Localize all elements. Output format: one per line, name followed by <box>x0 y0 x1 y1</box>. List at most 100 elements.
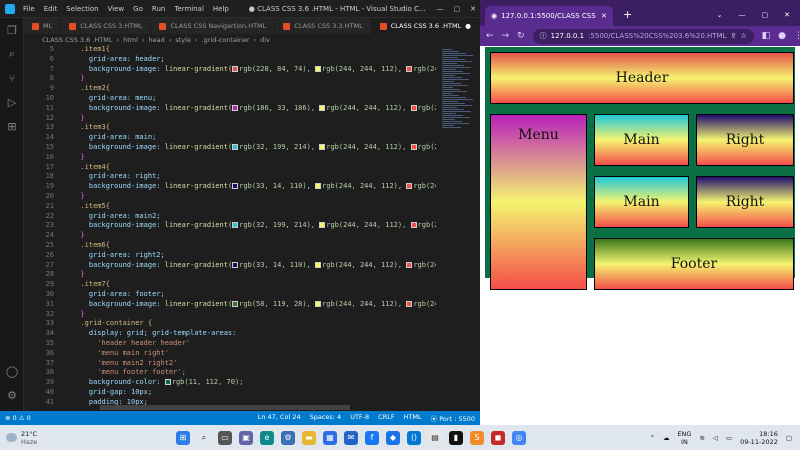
code-line[interactable]: 'menu main right' <box>72 349 169 357</box>
code-line[interactable]: background-image: linear-gradient(rgb(58… <box>72 300 436 308</box>
new-tab-icon[interactable]: + <box>623 8 632 21</box>
breadcrumb-item[interactable]: .grid-container <box>202 36 250 44</box>
maximize-icon[interactable]: ▢ <box>454 5 461 13</box>
forward-icon[interactable]: → <box>502 31 510 41</box>
breadcrumb-item[interactable]: div <box>260 36 270 44</box>
color-swatch[interactable] <box>410 104 417 111</box>
facebook-icon[interactable]: f <box>365 430 379 445</box>
color-swatch[interactable] <box>232 300 239 307</box>
account-icon[interactable]: ◯ <box>0 359 24 383</box>
terminal-icon[interactable]: ▮ <box>449 430 463 445</box>
problems-status[interactable]: ⊗ 0 ⚠ 0 <box>5 414 31 422</box>
language[interactable]: ENG <box>677 430 691 438</box>
code-line[interactable]: .item2{ <box>72 84 110 92</box>
tab-2[interactable]: CLASS CSS Navigartion.HTML <box>151 18 276 34</box>
minimize-icon[interactable]: — <box>739 11 746 19</box>
browser-tab[interactable]: ◉ 127.0.0.1:5500/CLASS CSS 3.6 .H ✕ <box>485 6 613 26</box>
cloud-icon[interactable]: ☁ <box>663 434 670 442</box>
tab-1[interactable]: CLASS CSS 3.HTML <box>61 18 152 34</box>
code-line[interactable]: } <box>72 114 84 122</box>
code-line[interactable]: .item1{ <box>72 45 110 53</box>
info-icon[interactable]: ⓘ <box>540 31 547 41</box>
color-swatch[interactable] <box>406 300 413 307</box>
breadcrumb-item[interactable]: style <box>175 36 191 44</box>
color-swatch[interactable] <box>410 144 417 150</box>
code-line[interactable]: background-image: linear-gradient(rgb(32… <box>72 221 436 229</box>
app-icon[interactable]: ◆ <box>386 430 400 445</box>
chrome-icon[interactable]: ◎ <box>512 430 526 445</box>
menu-item-selection[interactable]: Selection <box>66 5 98 13</box>
horizontal-scrollbar[interactable] <box>100 405 350 410</box>
edge-icon[interactable]: e <box>260 430 274 445</box>
color-swatch[interactable] <box>315 65 322 72</box>
code-line[interactable]: background-image: linear-gradient(rgb(33… <box>72 182 436 190</box>
menu-item-edit[interactable]: Edit <box>44 5 58 13</box>
run-debug-icon[interactable]: ▷ <box>0 90 24 114</box>
gear-icon[interactable]: ⚙ <box>0 383 24 407</box>
source-control-icon[interactable]: ⑂ <box>0 66 24 90</box>
sublime-icon[interactable]: S <box>470 430 484 445</box>
code-line[interactable]: grid-area: right; <box>72 172 161 180</box>
code-line[interactable]: background-image: linear-gradient(rgb(18… <box>72 104 436 112</box>
clock[interactable]: 18:16 09-11-2022 <box>740 430 778 446</box>
tab-4[interactable]: CLASS CSS 3.6 .HTML ● <box>371 18 480 34</box>
unsaved-dot-icon[interactable]: ● <box>465 22 471 30</box>
code-line[interactable]: grid-area: menu; <box>72 94 156 102</box>
color-swatch[interactable] <box>406 261 413 268</box>
code-line[interactable]: } <box>72 74 84 82</box>
code-line[interactable]: .item5{ <box>72 202 110 210</box>
volume-icon[interactable]: ◁ <box>713 434 718 442</box>
menu-item-file[interactable]: File <box>23 5 35 13</box>
color-swatch[interactable] <box>232 261 239 268</box>
status-item-1[interactable]: Spaces: 4 <box>310 413 342 423</box>
color-swatch[interactable] <box>406 183 413 190</box>
code-line[interactable]: grid-area: main; <box>72 133 156 141</box>
code-line[interactable]: } <box>72 231 84 239</box>
explorer-icon[interactable]: ❐ <box>0 18 24 42</box>
color-swatch[interactable] <box>232 183 239 190</box>
chevron-down-icon[interactable]: ⌄ <box>717 11 723 19</box>
chat-icon[interactable]: ▣ <box>239 430 253 445</box>
code-line[interactable]: .item6{ <box>72 241 110 249</box>
color-swatch[interactable] <box>164 379 171 386</box>
settings-icon[interactable]: ⚙ <box>281 430 295 445</box>
wifi-icon[interactable]: ≋ <box>699 434 704 442</box>
breadcrumb-item[interactable]: head <box>149 36 165 44</box>
color-swatch[interactable] <box>232 104 239 111</box>
code-line[interactable]: background-image: linear-gradient(rgb(33… <box>72 261 436 269</box>
color-swatch[interactable] <box>319 104 326 111</box>
region[interactable]: IN <box>677 438 691 446</box>
chevron-up-icon[interactable]: ⌃ <box>649 434 654 442</box>
breadcrumb-item[interactable]: CLASS CSS 3.6 .HTML <box>42 36 113 44</box>
reload-icon[interactable]: ↻ <box>517 31 525 41</box>
code-line[interactable]: display: grid; grid-template-areas: <box>72 329 237 337</box>
code-line[interactable]: background-image: linear-gradient(rgb(32… <box>72 143 436 151</box>
code-line[interactable]: 'header header header' <box>72 339 190 347</box>
share-icon[interactable]: ⇪ <box>731 32 737 40</box>
color-swatch[interactable] <box>315 300 322 307</box>
color-swatch[interactable] <box>232 222 239 229</box>
code-line[interactable]: } <box>72 153 84 161</box>
status-item-4[interactable]: HTML <box>404 413 422 423</box>
code-line[interactable]: background-image: linear-gradient(rgb(22… <box>72 65 436 73</box>
code-line[interactable]: grid-gap: 10px; <box>72 388 152 396</box>
code-line[interactable]: grid-area: main2; <box>72 212 161 220</box>
code-line[interactable]: .grid-container { <box>72 319 152 327</box>
code-line[interactable]: grid-area: right2; <box>72 251 165 259</box>
start-icon[interactable]: ⊞ <box>176 430 190 445</box>
color-swatch[interactable] <box>315 261 322 268</box>
kebab-menu-icon[interactable]: ⋮ <box>794 31 800 41</box>
breadcrumb-item[interactable]: html <box>123 36 138 44</box>
status-item-2[interactable]: UTF-8 <box>350 413 369 423</box>
code-line[interactable]: 'menu main2 right2' <box>72 359 177 367</box>
minimap[interactable] <box>436 45 480 411</box>
mail-icon[interactable]: ✉ <box>344 430 358 445</box>
code-line[interactable]: background-color: rgb(11, 112, 70); <box>72 378 244 386</box>
code-editor[interactable]: 5 .item1{6 grid-area: header; 7 backgroun… <box>24 45 436 411</box>
color-swatch[interactable] <box>319 222 326 229</box>
back-icon[interactable]: ← <box>486 31 494 41</box>
color-swatch[interactable] <box>232 144 239 150</box>
store-icon[interactable]: ▦ <box>323 430 337 445</box>
menu-item-go[interactable]: Go <box>133 5 143 13</box>
color-swatch[interactable] <box>410 222 417 229</box>
